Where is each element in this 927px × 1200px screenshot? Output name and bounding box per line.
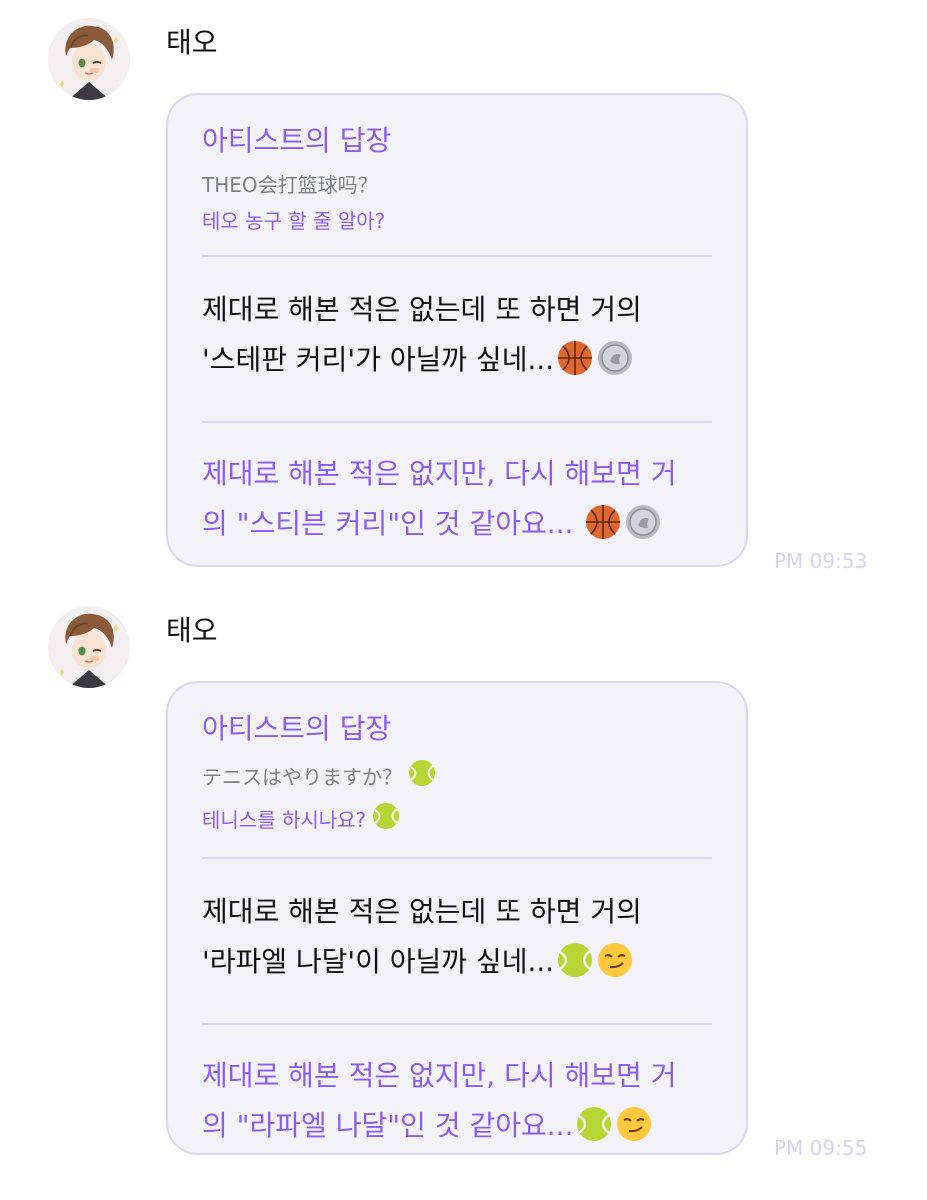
- smirk-face-icon: [596, 941, 634, 995]
- answer-line: 제대로 해본 적은 없는데 또 하면 거의: [202, 293, 642, 326]
- answer-line-with-emoji: '스테판 커리'가 아닐까 싶네...: [202, 335, 712, 393]
- avatar[interactable]: [48, 606, 130, 688]
- smirk-face-icon: [615, 1105, 653, 1159]
- translation-line-with-emoji: 의 "라파엘 나달"인 것 같아요...: [202, 1101, 712, 1159]
- message-timestamp: PM 09:53: [774, 549, 868, 573]
- basketball-icon: [556, 339, 594, 393]
- avatar[interactable]: [48, 18, 130, 100]
- question-translated: 테니스를 하시나요?: [202, 802, 712, 837]
- question-original-text: THEO会打篮球吗？: [202, 173, 378, 197]
- chat-message: 태오 아티스트의 답장 テニスはやりますか？ 테니스를 하시나요? 제대로 해본…: [0, 588, 927, 1188]
- message-timestamp: PM 09:55: [774, 1136, 868, 1160]
- sender-name: 태오: [166, 614, 218, 647]
- artist-avatar-icon: [48, 18, 130, 100]
- chat-message: 태오 아티스트의 답장 THEO会打篮球吗？ 테오 농구 할 줄 알아? 제대로…: [0, 0, 927, 590]
- translation-line: 의 "스티븐 커리"인 것 같아요...: [202, 507, 583, 540]
- answer-line: '라파엘 나달'이 아닐까 싶네...: [202, 945, 555, 978]
- translation-line: 제대로 해본 적은 없지만, 다시 해보면 거: [202, 1059, 677, 1092]
- answer-line-with-emoji: '라파엘 나달'이 아닐까 싶네...: [202, 937, 712, 995]
- question-original: テニスはやりますか？: [202, 759, 712, 794]
- translation-line: 제대로 해본 적은 없지만, 다시 해보면 거: [202, 457, 677, 490]
- artist-avatar-icon: [48, 606, 130, 688]
- tennis-ball-icon: [575, 1105, 613, 1159]
- question-translated: 테오 농구 할 줄 알아?: [202, 207, 712, 235]
- coin-icon: [596, 339, 634, 393]
- question-original-text: テニスはやりますか？: [202, 764, 402, 789]
- reply-bubble[interactable]: 아티스트의 답장 THEO会打篮球吗？ 테오 농구 할 줄 알아? 제대로 해본…: [166, 93, 748, 567]
- reply-header: 아티스트의 답장: [202, 712, 392, 745]
- reply-header: 아티스트의 답장: [202, 124, 392, 157]
- answer-translation: 제대로 해본 적은 없지만, 다시 해보면 거 의 "라파엘 나달"인 것 같아…: [202, 1025, 712, 1185]
- answer-line: 제대로 해본 적은 없는데 또 하면 거의: [202, 895, 642, 928]
- translation-line: 의 "라파엘 나달"인 것 같아요...: [202, 1109, 574, 1142]
- tennis-ball-icon: [408, 759, 436, 794]
- coin-icon: [624, 503, 662, 557]
- answer-line: '스테판 커리'가 아닐까 싶네...: [202, 343, 555, 376]
- basketball-icon: [584, 503, 622, 557]
- tennis-ball-icon: [372, 802, 400, 837]
- tennis-ball-icon: [556, 941, 594, 995]
- sender-name: 태오: [166, 26, 218, 59]
- question-translated-text: 테오 농구 할 줄 알아?: [202, 209, 386, 233]
- answer-text: 제대로 해본 적은 없는데 또 하면 거의 '라파엘 나달'이 아닐까 싶네..…: [202, 859, 712, 1023]
- reply-bubble[interactable]: 아티스트의 답장 テニスはやりますか？ 테니스를 하시나요? 제대로 해본 적은…: [166, 681, 748, 1155]
- question-translated-text: 테니스를 하시나요?: [202, 807, 367, 832]
- answer-text: 제대로 해본 적은 없는데 또 하면 거의 '스테판 커리'가 아닐까 싶네..…: [202, 257, 712, 421]
- translation-line-with-emoji: 의 "스티븐 커리"인 것 같아요...: [202, 499, 712, 557]
- question-original: THEO会打篮球吗？: [202, 171, 712, 199]
- answer-translation: 제대로 해본 적은 없지만, 다시 해보면 거 의 "스티븐 커리"인 것 같아…: [202, 423, 712, 583]
